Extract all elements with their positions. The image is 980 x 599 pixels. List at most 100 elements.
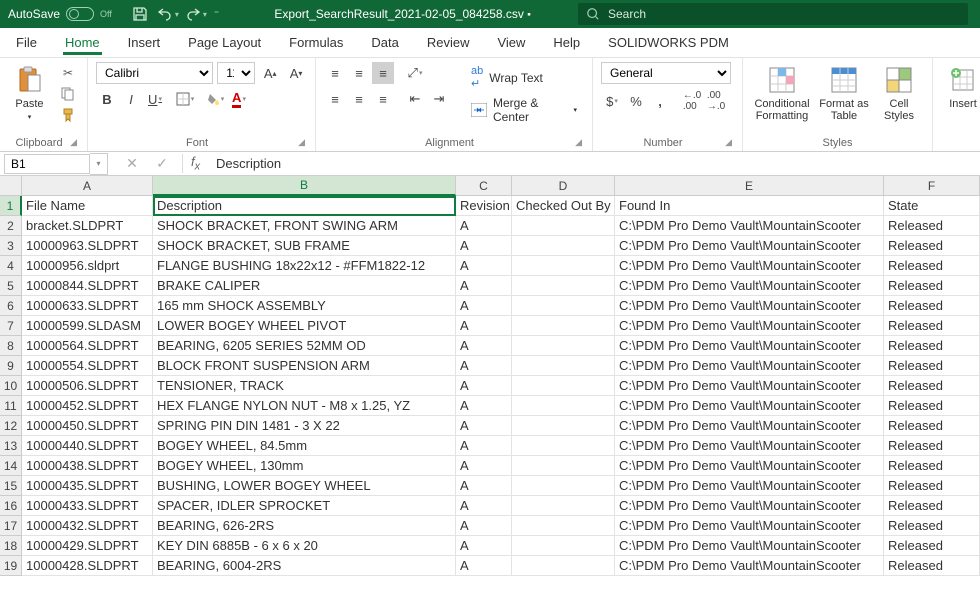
cell-E6[interactable]: C:\PDM Pro Demo Vault\MountainScooter xyxy=(615,296,884,316)
cell-F7[interactable]: Released xyxy=(884,316,980,336)
row-header-7[interactable]: 7 xyxy=(0,316,22,336)
cell-E17[interactable]: C:\PDM Pro Demo Vault\MountainScooter xyxy=(615,516,884,536)
cell-F12[interactable]: Released xyxy=(884,416,980,436)
cell-F4[interactable]: Released xyxy=(884,256,980,276)
row-header-9[interactable]: 9 xyxy=(0,356,22,376)
font-launcher-icon[interactable]: ◢ xyxy=(298,137,307,148)
number-format-select[interactable]: General xyxy=(601,62,731,84)
cell-A19[interactable]: 10000428.SLDPRT xyxy=(22,556,153,576)
clipboard-launcher-icon[interactable]: ◢ xyxy=(70,137,79,148)
cell-C16[interactable]: A xyxy=(456,496,512,516)
cell-F19[interactable]: Released xyxy=(884,556,980,576)
row-header-10[interactable]: 10 xyxy=(0,376,22,396)
row-header-19[interactable]: 19 xyxy=(0,556,22,576)
cell-F18[interactable]: Released xyxy=(884,536,980,556)
cell-A7[interactable]: 10000599.SLDASM xyxy=(22,316,153,336)
cell-C17[interactable]: A xyxy=(456,516,512,536)
cell-A4[interactable]: 10000956.sldprt xyxy=(22,256,153,276)
italic-button[interactable]: I xyxy=(120,88,142,110)
increase-indent-icon[interactable]: ⇥ xyxy=(428,88,450,110)
cell-D4[interactable] xyxy=(512,256,615,276)
cell-C4[interactable]: A xyxy=(456,256,512,276)
cell-D7[interactable] xyxy=(512,316,615,336)
align-middle-icon[interactable]: ≡ xyxy=(348,62,370,84)
cell-A18[interactable]: 10000429.SLDPRT xyxy=(22,536,153,556)
cell-F6[interactable]: Released xyxy=(884,296,980,316)
cell-styles-button[interactable]: Cell Styles xyxy=(875,62,923,122)
cell-F14[interactable]: Released xyxy=(884,456,980,476)
cell-E8[interactable]: C:\PDM Pro Demo Vault\MountainScooter xyxy=(615,336,884,356)
merge-center-button[interactable]: Merge & Center▾ xyxy=(464,93,584,127)
cell-B1[interactable]: Description xyxy=(153,196,456,216)
format-as-table-button[interactable]: Format as Table xyxy=(815,62,873,122)
paste-button[interactable]: Paste▾ xyxy=(8,62,51,124)
increase-font-icon[interactable]: A▴ xyxy=(259,62,281,84)
cell-F2[interactable]: Released xyxy=(884,216,980,236)
menu-data[interactable]: Data xyxy=(369,31,400,54)
cell-D2[interactable] xyxy=(512,216,615,236)
row-header-13[interactable]: 13 xyxy=(0,436,22,456)
cell-F8[interactable]: Released xyxy=(884,336,980,356)
align-top-icon[interactable]: ≡ xyxy=(324,62,346,84)
cell-B4[interactable]: FLANGE BUSHING 18x22x12 - #FFM1822-12 xyxy=(153,256,456,276)
row-header-17[interactable]: 17 xyxy=(0,516,22,536)
cell-B2[interactable]: SHOCK BRACKET, FRONT SWING ARM xyxy=(153,216,456,236)
name-box-dropdown-icon[interactable]: ▾ xyxy=(90,153,108,175)
cell-C11[interactable]: A xyxy=(456,396,512,416)
autosave-toggle[interactable]: AutoSave Off xyxy=(0,7,120,21)
cell-E13[interactable]: C:\PDM Pro Demo Vault\MountainScooter xyxy=(615,436,884,456)
col-header-B[interactable]: B xyxy=(153,176,456,196)
cell-B18[interactable]: KEY DIN 6885B - 6 x 6 x 20 xyxy=(153,536,456,556)
font-color-icon[interactable]: A xyxy=(228,88,250,110)
menu-formulas[interactable]: Formulas xyxy=(287,31,345,54)
format-painter-icon[interactable] xyxy=(57,106,79,124)
cell-C3[interactable]: A xyxy=(456,236,512,256)
cell-A17[interactable]: 10000432.SLDPRT xyxy=(22,516,153,536)
cell-E16[interactable]: C:\PDM Pro Demo Vault\MountainScooter xyxy=(615,496,884,516)
cell-E5[interactable]: C:\PDM Pro Demo Vault\MountainScooter xyxy=(615,276,884,296)
cell-A15[interactable]: 10000435.SLDPRT xyxy=(22,476,153,496)
comma-icon[interactable]: , xyxy=(649,90,671,112)
cell-A3[interactable]: 10000963.SLDPRT xyxy=(22,236,153,256)
cell-F15[interactable]: Released xyxy=(884,476,980,496)
menu-page-layout[interactable]: Page Layout xyxy=(186,31,263,54)
row-header-3[interactable]: 3 xyxy=(0,236,22,256)
font-name-select[interactable]: Calibri xyxy=(96,62,213,84)
row-header-4[interactable]: 4 xyxy=(0,256,22,276)
cell-D5[interactable] xyxy=(512,276,615,296)
cell-D16[interactable] xyxy=(512,496,615,516)
row-header-16[interactable]: 16 xyxy=(0,496,22,516)
row-header-8[interactable]: 8 xyxy=(0,336,22,356)
cancel-formula-icon[interactable]: ✕ xyxy=(122,155,142,172)
cell-C7[interactable]: A xyxy=(456,316,512,336)
cell-A2[interactable]: bracket.SLDPRT xyxy=(22,216,153,236)
conditional-formatting-button[interactable]: Conditional Formatting xyxy=(751,62,813,122)
cell-B13[interactable]: BOGEY WHEEL, 84.5mm xyxy=(153,436,456,456)
cell-D18[interactable] xyxy=(512,536,615,556)
cell-E11[interactable]: C:\PDM Pro Demo Vault\MountainScooter xyxy=(615,396,884,416)
number-launcher-icon[interactable]: ◢ xyxy=(725,137,734,148)
cell-F13[interactable]: Released xyxy=(884,436,980,456)
cell-B7[interactable]: LOWER BOGEY WHEEL PIVOT xyxy=(153,316,456,336)
cell-E19[interactable]: C:\PDM Pro Demo Vault\MountainScooter xyxy=(615,556,884,576)
bold-button[interactable]: B xyxy=(96,88,118,110)
align-left-icon[interactable]: ≡ xyxy=(324,88,346,110)
search-input[interactable] xyxy=(608,7,960,21)
cell-C9[interactable]: A xyxy=(456,356,512,376)
redo-icon[interactable]: ▾ xyxy=(184,2,208,26)
cell-B3[interactable]: SHOCK BRACKET, SUB FRAME xyxy=(153,236,456,256)
row-header-2[interactable]: 2 xyxy=(0,216,22,236)
grid-body[interactable]: File NameDescriptionRevisionChecked Out … xyxy=(22,196,980,599)
orientation-icon[interactable]: ⤢ xyxy=(404,62,426,84)
cell-E18[interactable]: C:\PDM Pro Demo Vault\MountainScooter xyxy=(615,536,884,556)
cell-F11[interactable]: Released xyxy=(884,396,980,416)
font-size-select[interactable]: 11 xyxy=(217,62,255,84)
cell-F1[interactable]: State xyxy=(884,196,980,216)
qat-customize-icon[interactable]: ⁼ xyxy=(214,9,219,20)
row-header-14[interactable]: 14 xyxy=(0,456,22,476)
cell-E1[interactable]: Found In xyxy=(615,196,884,216)
row-header-18[interactable]: 18 xyxy=(0,536,22,556)
col-header-D[interactable]: D xyxy=(512,176,615,196)
row-header-5[interactable]: 5 xyxy=(0,276,22,296)
cell-A14[interactable]: 10000438.SLDPRT xyxy=(22,456,153,476)
